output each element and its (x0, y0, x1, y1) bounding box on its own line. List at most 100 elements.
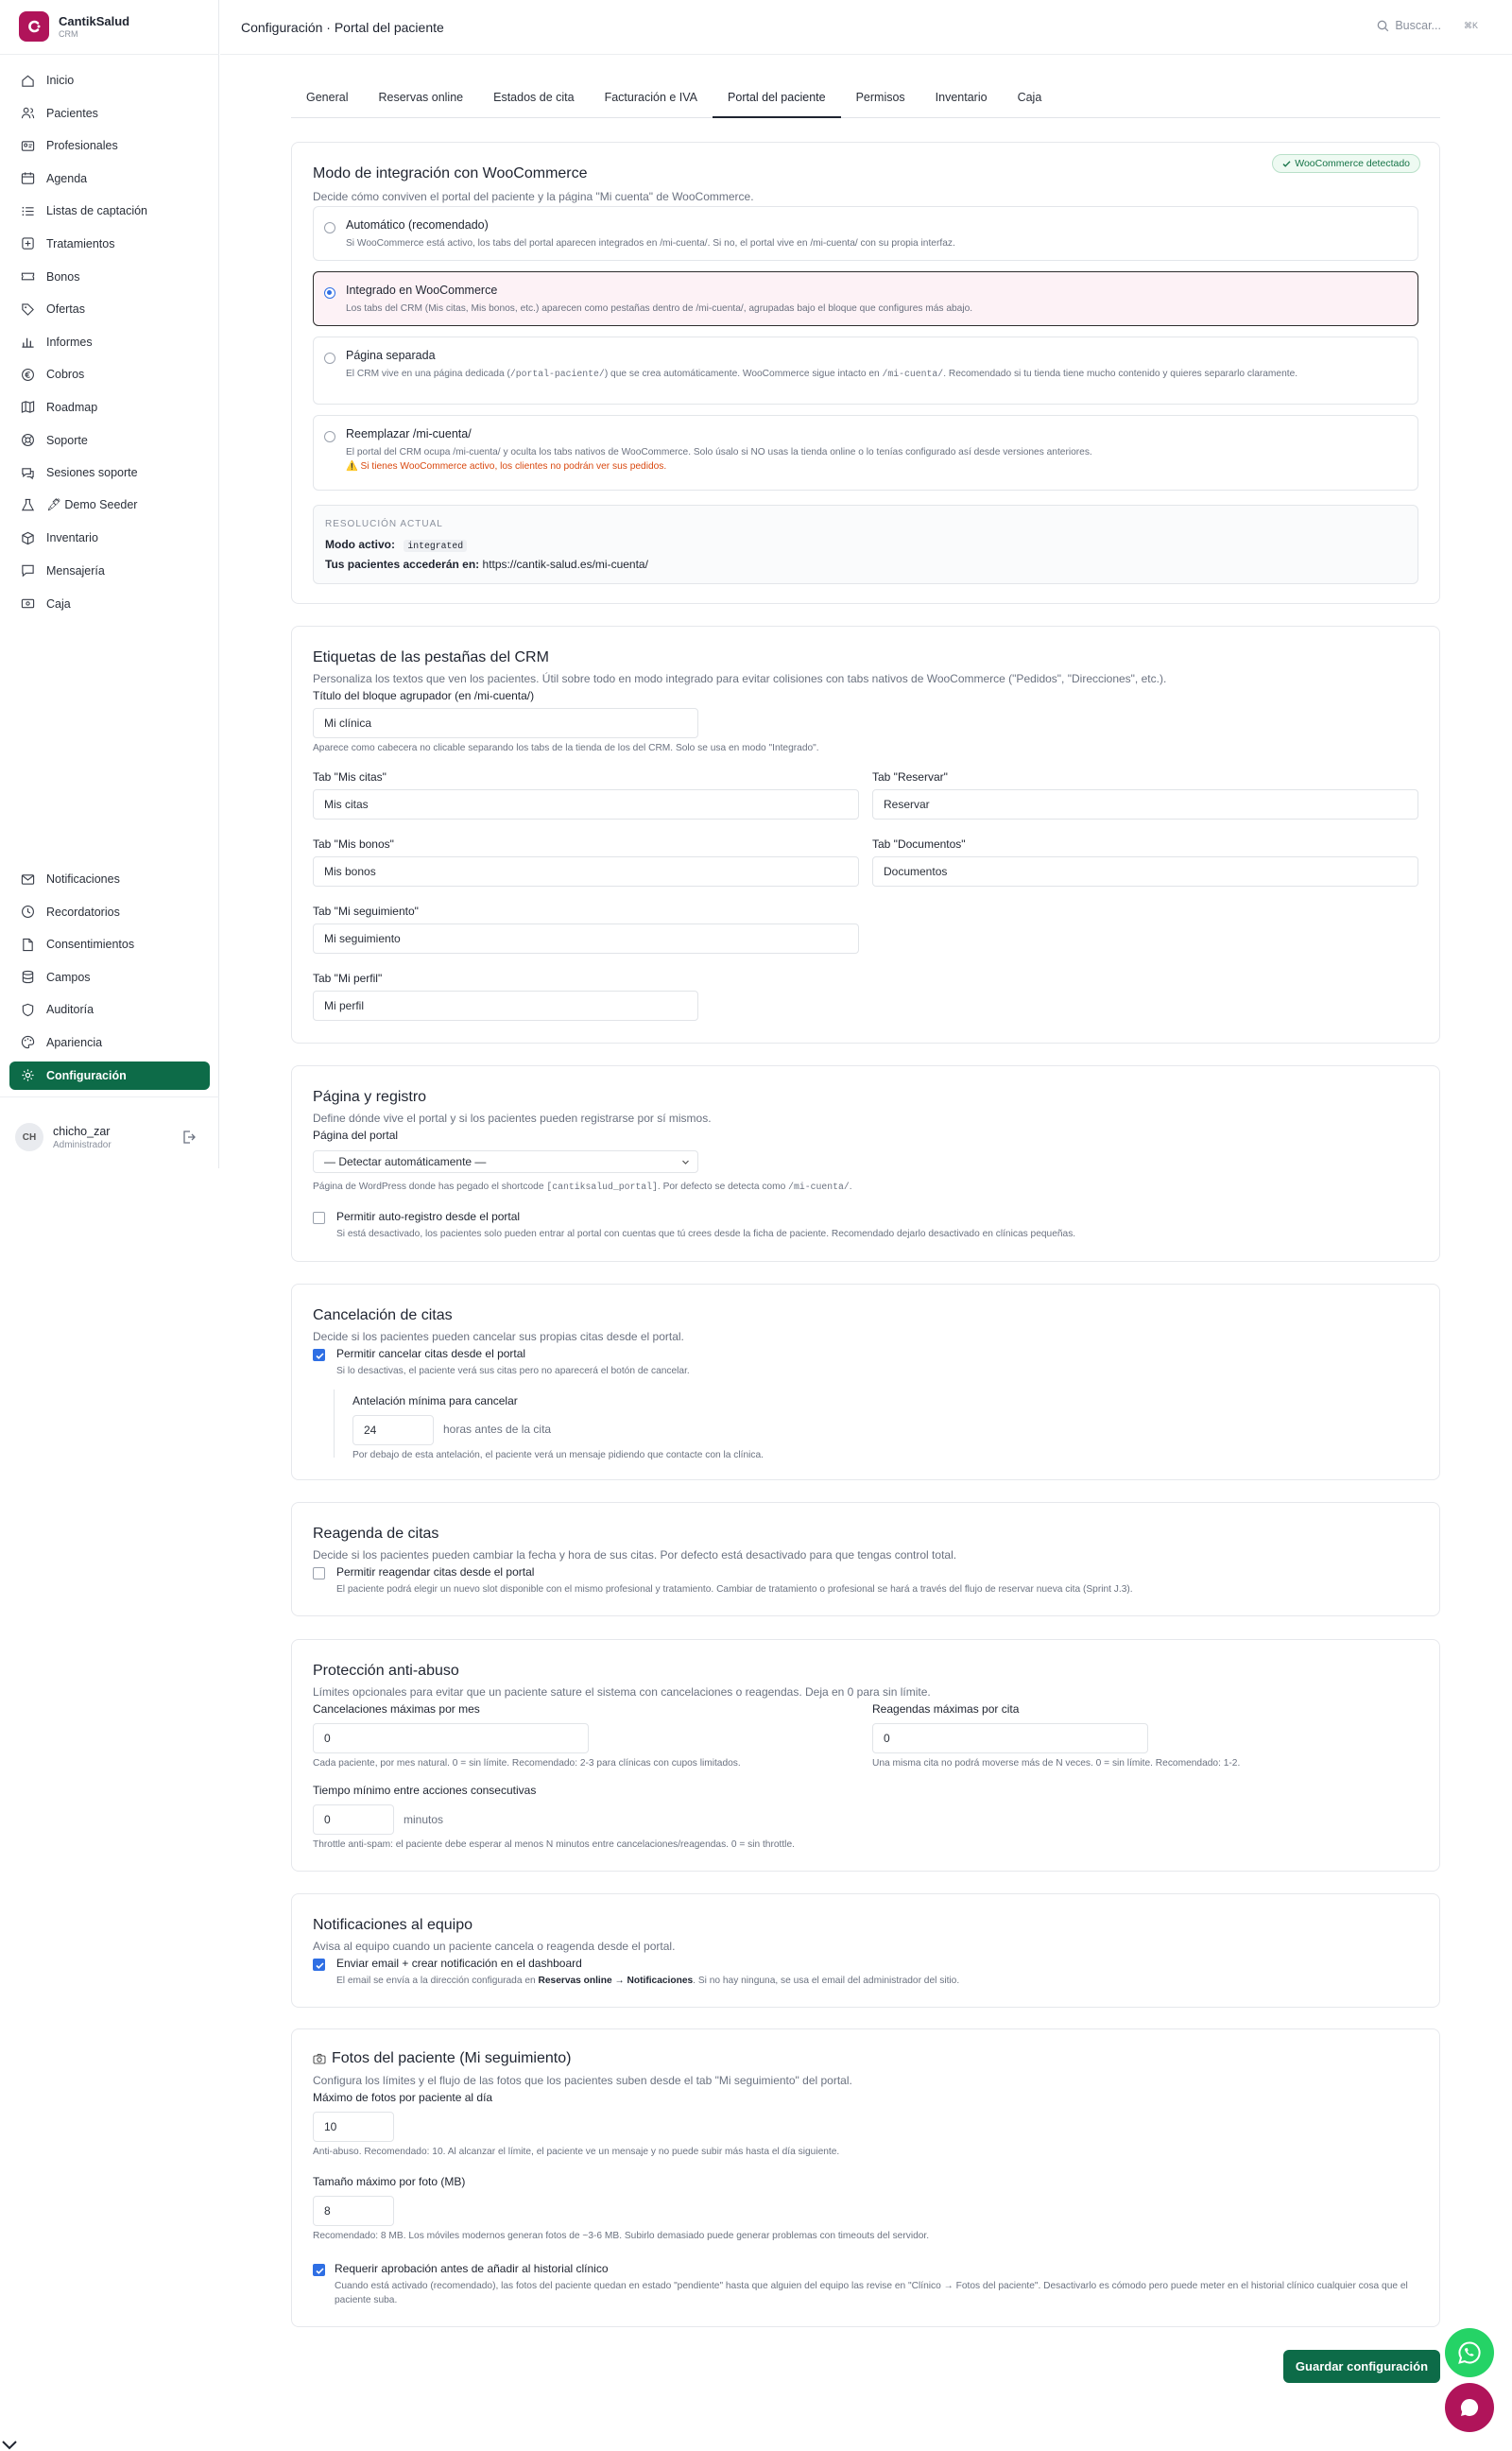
mode-label: Modo activo: (325, 538, 395, 551)
tab-perfil-input[interactable]: Mi perfil (313, 991, 698, 1021)
allow-reschedule-hint: El paciente podrá elegir un nuevo slot d… (336, 1584, 1133, 1595)
sidebar-item-profesionales[interactable]: Profesionales (9, 131, 210, 160)
sidebar-item-campos[interactable]: Campos (9, 963, 210, 992)
allow-cancel-checkbox[interactable] (313, 1349, 325, 1361)
tab-permisos[interactable]: Permisos (841, 83, 920, 118)
sidebar-item-label: Ofertas (46, 302, 85, 317)
auto-register-checkbox[interactable] (313, 1212, 325, 1224)
text: ) que se crea automáticamente. WooCommer… (604, 369, 883, 379)
tab-reservas-online[interactable]: Reservas online (363, 83, 478, 118)
max-size-input[interactable]: 8 (313, 2196, 394, 2226)
sidebar-item-pacientes[interactable]: Pacientes (9, 99, 210, 128)
min-gap-input[interactable]: 0 (313, 1804, 394, 1835)
sidebar-item-caja[interactable]: Caja (9, 590, 210, 618)
option-separate-page[interactable]: Página separada El CRM vive en una págin… (313, 337, 1418, 405)
sidebar-item-inicio[interactable]: Inicio (9, 66, 210, 95)
brand[interactable]: CantikSalud CRM (19, 11, 129, 42)
chevron-down-icon (682, 1160, 689, 1165)
user-profile[interactable]: CH chicho_zar Administrador (15, 1123, 204, 1151)
whatsapp-icon (1458, 2341, 1481, 2364)
tab-inventario[interactable]: Inventario (920, 83, 1003, 118)
sidebar-item-agenda[interactable]: Agenda (9, 164, 210, 193)
tab-citas-input[interactable]: Mis citas (313, 789, 859, 820)
allow-reschedule-label[interactable]: Permitir reagendar citas desde el portal (336, 1565, 534, 1579)
mode-value: integrated (404, 540, 468, 552)
radio-integrated[interactable] (324, 287, 335, 299)
search-box[interactable]: Buscar... ⌘K (1377, 19, 1478, 32)
users-icon (21, 107, 35, 119)
tab-documentos-input[interactable]: Documentos (872, 856, 1418, 887)
sidebar-item-inventario[interactable]: Inventario (9, 524, 210, 552)
tab-estados-de-cita[interactable]: Estados de cita (478, 83, 589, 118)
sidebar-item-sesiones-soporte[interactable]: Sesiones soporte (9, 458, 210, 487)
logout-icon[interactable] (181, 1130, 197, 1145)
daily-photos-input[interactable]: 10 (313, 2112, 394, 2142)
sidebar-item-label: Listas de captación (46, 204, 148, 218)
sidebar-item-listas-de-captacion[interactable]: Listas de captación (9, 197, 210, 225)
auto-register-label[interactable]: Permitir auto-registro desde el portal (336, 1210, 520, 1223)
bold-text: Notificaciones (627, 1976, 694, 1986)
tab-portal-del-paciente[interactable]: Portal del paciente (713, 83, 841, 118)
notify-team-checkbox[interactable] (313, 1959, 325, 1971)
tab-facturacion-e-iva[interactable]: Facturación e IVA (590, 83, 713, 118)
section-title: Reagenda de citas (313, 1526, 439, 1542)
sidebar-item-mensajeria[interactable]: Mensajería (9, 557, 210, 585)
whatsapp-button[interactable] (1445, 2328, 1494, 2377)
sidebar-item-soporte[interactable]: Soporte (9, 426, 210, 455)
sidebar-item-recordatorios[interactable]: Recordatorios (9, 898, 210, 926)
tab-reservar-input[interactable]: Reservar (872, 789, 1418, 820)
max-cancellations-hint: Cada paciente, por mes natural. 0 = sin … (313, 1758, 741, 1769)
require-approval-label[interactable]: Requerir aprobación antes de añadir al h… (335, 2262, 609, 2275)
require-approval-checkbox[interactable] (313, 2264, 325, 2276)
allow-reschedule-checkbox[interactable] (313, 1567, 325, 1579)
group-title-input[interactable]: Mi clínica (313, 708, 698, 738)
home-icon (22, 75, 34, 87)
option-automatic[interactable]: Automático (recomendado) Si WooCommerce … (313, 206, 1418, 261)
sidebar-item-tratamientos[interactable]: Tratamientos (9, 230, 210, 258)
min-gap-unit: minutos (404, 1813, 444, 1826)
chat-button[interactable] (1445, 2383, 1494, 2432)
sidebar-item-ofertas[interactable]: Ofertas (9, 295, 210, 323)
sidebar-item-roadmap[interactable]: Roadmap (9, 393, 210, 422)
sidebar-item-auditoria[interactable]: Auditoría (9, 995, 210, 1024)
section-description: Avisa al equipo cuando un paciente cance… (313, 1940, 676, 1953)
tab-seguimiento-input[interactable]: Mi seguimiento (313, 923, 859, 954)
sidebar-item-informes[interactable]: Informes (9, 328, 210, 356)
code: [cantiksalud_portal] (546, 1182, 658, 1192)
sidebar-item-demo-seeder[interactable]: 🖋 Demo Seeder (9, 492, 210, 520)
sidebar-item-bonos[interactable]: Bonos (9, 263, 210, 291)
option-integrated[interactable]: Integrado en WooCommerce Los tabs del CR… (313, 271, 1418, 326)
section-description: Decide si los pacientes pueden cancelar … (313, 1330, 684, 1343)
min-notice-label: Antelación mínima para cancelar (352, 1394, 518, 1407)
brand-subtitle: CRM (59, 29, 78, 39)
radio-replace[interactable] (324, 431, 335, 442)
sidebar-item-consentimientos[interactable]: Consentimientos (9, 930, 210, 958)
tab-seguimiento-label: Tab "Mi seguimiento" (313, 905, 419, 918)
portal-page-select[interactable]: — Detectar automáticamente — (313, 1150, 698, 1173)
sidebar-item-configuracion[interactable]: Configuración (9, 1061, 210, 1090)
sidebar-item-label: Roadmap (46, 400, 98, 414)
save-button[interactable]: Guardar configuración (1283, 2350, 1440, 2383)
chevron-down-icon[interactable] (0, 2439, 19, 2451)
list-icon (22, 206, 34, 216)
allow-cancel-label[interactable]: Permitir cancelar citas desde el portal (336, 1347, 525, 1360)
sidebar-item-cobros[interactable]: Cobros (9, 360, 210, 388)
tab-bonos-input[interactable]: Mis bonos (313, 856, 859, 887)
option-replace[interactable]: Reemplazar /mi-cuenta/ El portal del CRM… (313, 415, 1418, 491)
option-title: Automático (recomendado) (346, 218, 489, 232)
tab-general[interactable]: General (291, 83, 363, 118)
page-registration-card: Página y registro Define dónde vive el p… (291, 1065, 1440, 1262)
max-reschedules-input[interactable]: 0 (872, 1723, 1148, 1753)
tab-caja[interactable]: Caja (1003, 83, 1057, 118)
min-notice-input[interactable]: 24 (352, 1415, 434, 1445)
sidebar-nav-settings: Notificaciones Recordatorios Consentimient… (9, 865, 210, 1094)
notify-team-label[interactable]: Enviar email + crear notificación en el … (336, 1957, 582, 1970)
sidebar-item-apariencia[interactable]: Apariencia (9, 1028, 210, 1057)
search-icon (1377, 20, 1389, 31)
text: . Por defecto se detecta como (657, 1182, 789, 1192)
sidebar-item-notificaciones[interactable]: Notificaciones (9, 865, 210, 893)
max-reschedules-hint: Una misma cita no podrá moverse más de N… (872, 1758, 1241, 1769)
radio-automatic[interactable] (324, 222, 335, 233)
radio-separate-page[interactable] (324, 353, 335, 364)
max-cancellations-input[interactable]: 0 (313, 1723, 589, 1753)
